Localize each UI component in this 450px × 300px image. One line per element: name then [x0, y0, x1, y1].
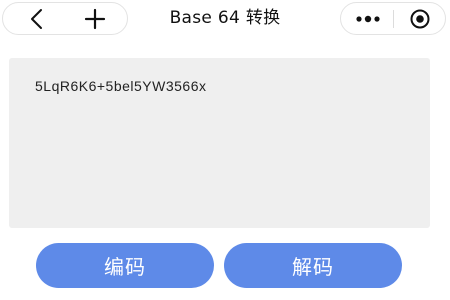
target-icon — [410, 9, 430, 28]
nav-right-capsule — [340, 2, 446, 35]
encode-button[interactable]: 编码 — [36, 243, 214, 288]
more-button[interactable] — [343, 3, 393, 34]
nav-left-capsule — [2, 2, 128, 35]
close-button[interactable] — [395, 3, 445, 34]
page-title: Base 64 转换 — [169, 8, 281, 28]
more-icon — [356, 15, 380, 22]
back-icon — [31, 8, 42, 29]
base64-text-area[interactable]: 5LqR6K6+5bel5YW3566x — [9, 58, 430, 228]
back-button[interactable] — [7, 3, 67, 34]
add-icon — [84, 8, 106, 29]
decode-button[interactable]: 解码 — [224, 243, 402, 288]
page: Base 64 转换 5LqR6K6+5bel5YW3566x 编码 解码 — [0, 0, 450, 300]
capsule-divider — [393, 10, 394, 28]
add-button[interactable] — [65, 3, 125, 34]
